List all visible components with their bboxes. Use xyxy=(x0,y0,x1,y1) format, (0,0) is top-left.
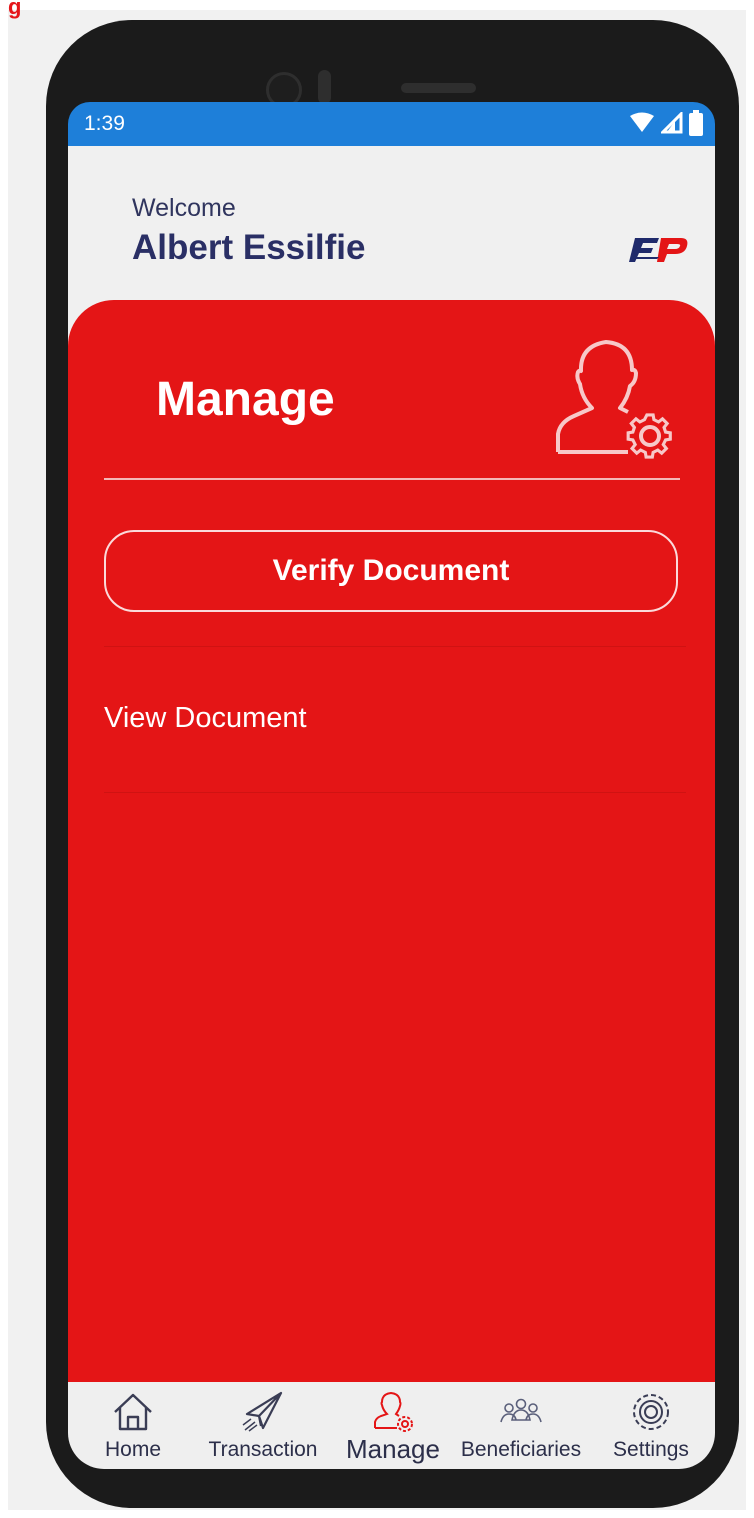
nav-label-manage: Manage xyxy=(346,1434,440,1464)
signal-icon xyxy=(661,112,683,134)
panel-divider xyxy=(104,478,680,480)
app-area: Welcome Albert Essilfie Manage Verify Do… xyxy=(68,146,715,1382)
list-separator xyxy=(104,792,686,793)
nav-item-home[interactable]: Home xyxy=(68,1382,198,1469)
verify-document-button[interactable]: Verify Document xyxy=(104,530,678,612)
list-separator xyxy=(104,646,686,647)
gear-icon xyxy=(633,1394,669,1430)
phone-screen: 1:39 Welcome Albert Essilfie Manage Veri… xyxy=(68,102,715,1469)
user-gear-icon xyxy=(556,340,672,459)
paper-plane-icon xyxy=(242,1391,283,1432)
status-bar: 1:39 xyxy=(68,102,715,146)
home-icon xyxy=(114,1393,152,1431)
manage-panel: Manage Verify Document View Document xyxy=(68,300,715,1382)
group-icon xyxy=(500,1398,542,1423)
nav-item-transaction[interactable]: Transaction xyxy=(198,1382,328,1469)
panel-title: Manage xyxy=(156,373,335,426)
nav-label-beneficiaries: Beneficiaries xyxy=(460,1438,582,1461)
nav-label-settings: Settings xyxy=(613,1438,689,1461)
nav-label-home: Home xyxy=(104,1438,162,1461)
user-name: Albert Essilfie xyxy=(132,228,366,267)
bottom-nav: Home Transaction Manage Beneficiaries Se… xyxy=(68,1382,715,1469)
corner-label-fragment: g xyxy=(8,0,22,19)
nav-item-beneficiaries[interactable]: Beneficiaries xyxy=(456,1382,586,1469)
status-time: 1:39 xyxy=(84,112,125,135)
speaker-grille xyxy=(401,83,476,93)
user-gear-icon xyxy=(374,1391,413,1432)
view-document-link[interactable]: View Document xyxy=(104,702,307,735)
wifi-icon xyxy=(630,112,654,132)
status-icons xyxy=(629,110,703,136)
nav-item-settings[interactable]: Settings xyxy=(586,1382,715,1469)
sensor-icon xyxy=(318,70,331,104)
welcome-text: Welcome xyxy=(132,194,236,222)
nav-item-manage[interactable]: Manage xyxy=(328,1382,458,1469)
nav-label-transaction: Transaction xyxy=(208,1438,318,1461)
battery-icon xyxy=(689,110,703,136)
brand-logo xyxy=(629,238,688,262)
